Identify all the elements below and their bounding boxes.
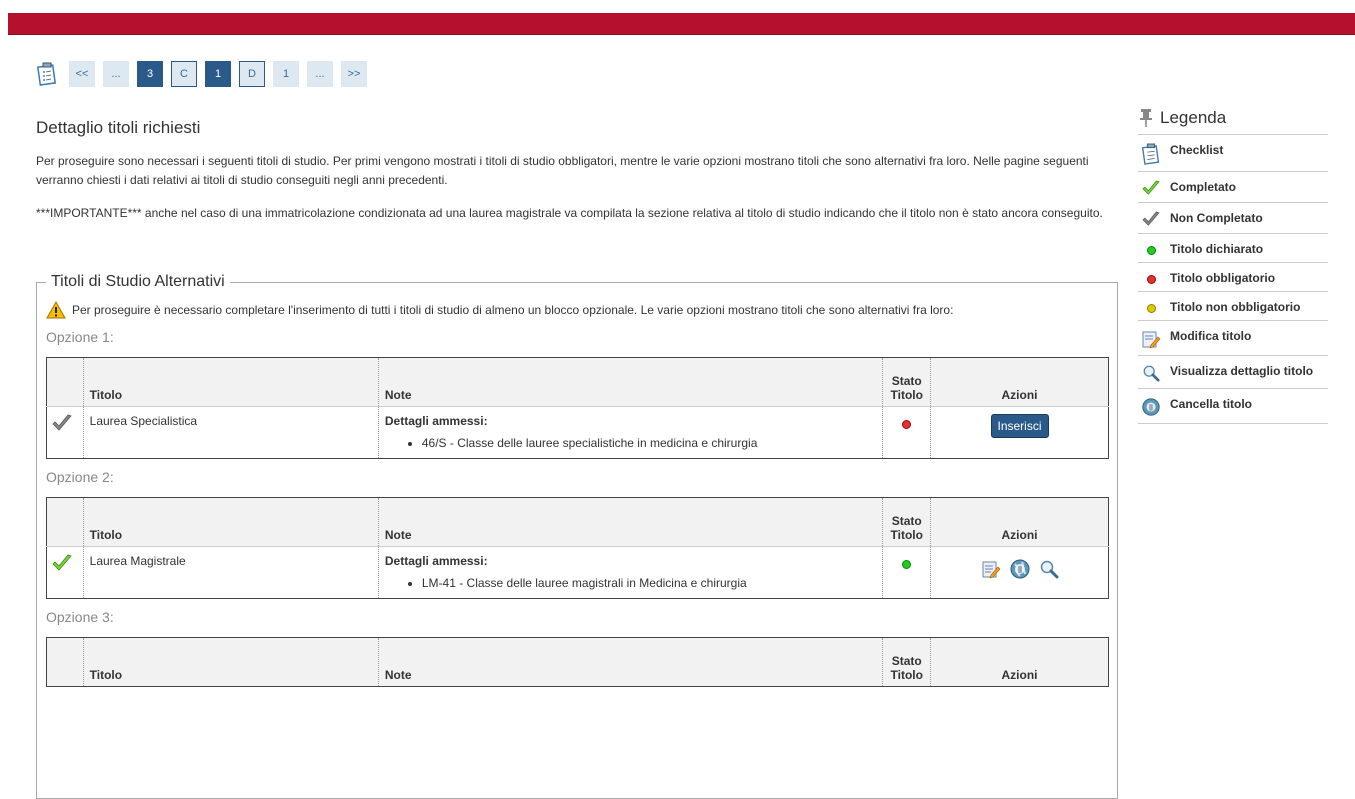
actions-cell: [930, 546, 1109, 599]
check-green-icon: [1142, 180, 1160, 195]
option-label: Opzione 2:: [46, 469, 114, 485]
legend-item: Titolo non obbligatorio: [1138, 292, 1328, 321]
titolo-cell: Laurea Magistrale: [82, 546, 379, 599]
insert-button[interactable]: Inserisci: [990, 414, 1049, 438]
col-header-titolo: Titolo: [82, 357, 379, 407]
status-cell: [882, 406, 931, 459]
page-title: Dettaglio titoli richiesti: [36, 118, 201, 137]
delete-globe-icon: [1142, 398, 1160, 416]
magnifier-icon: [1143, 365, 1160, 382]
legend-label: Visualizza dettaglio titolo: [1170, 364, 1314, 378]
warning-text: Per proseguire è necessario completare l…: [72, 303, 954, 317]
main-content: Dettaglio titoli richiesti Per proseguir…: [36, 118, 1118, 799]
step-pager: << ... 3 C 1 D 1 ... >>: [36, 60, 375, 88]
pager-current-step[interactable]: 1: [205, 61, 231, 87]
table-row: Laurea Specialistica Dettagli ammessi: 4…: [46, 406, 1109, 459]
warning-message: Per proseguire è necessario completare l…: [46, 301, 1109, 319]
legend-item: Titolo dichiarato: [1138, 234, 1328, 263]
legend-header: Legenda: [1138, 104, 1328, 135]
option-table: Titolo Note Stato Titolo Azioni Laurea S…: [46, 357, 1109, 459]
note-item: 46/S - Classe delle lauree specialistich…: [422, 436, 877, 450]
col-header-note: Note: [377, 637, 883, 687]
legend-item: Completato: [1138, 172, 1328, 203]
legend-label: Cancella titolo: [1170, 397, 1253, 411]
pager-ellipsis: ...: [307, 61, 333, 87]
top-brand-bar: [8, 13, 1355, 35]
col-header-titolo: Titolo: [82, 497, 379, 547]
legend-item: Modifica titolo: [1138, 321, 1328, 356]
col-header-stato: Stato Titolo: [882, 497, 931, 547]
actions-cell: Inserisci: [930, 406, 1109, 459]
check-cell: [46, 406, 84, 459]
pager-step[interactable]: 3: [137, 61, 163, 87]
check-grey-icon: [52, 414, 72, 431]
pager-last[interactable]: >>: [341, 61, 367, 87]
legend-item: Visualizza dettaglio titolo: [1138, 356, 1328, 389]
legend-label: Titolo non obbligatorio: [1170, 300, 1301, 314]
status-cell: [882, 546, 931, 599]
alternative-titles-fieldset: Titoli di Studio Alternativi Per prosegu…: [36, 273, 1118, 799]
col-header-check: [46, 497, 84, 547]
col-header-check: [46, 357, 84, 407]
pager-step[interactable]: 1: [273, 61, 299, 87]
important-note: ***IMPORTANTE*** anche nel caso di una i…: [36, 206, 1103, 220]
pager-step[interactable]: C: [171, 61, 197, 87]
legend-title: Legenda: [1160, 108, 1227, 127]
legend-item: Cancella titolo: [1138, 389, 1328, 424]
check-cell: [46, 546, 84, 599]
pager-ellipsis: ...: [103, 61, 129, 87]
note-cell: Dettagli ammessi: 46/S - Classe delle la…: [377, 406, 883, 459]
col-header-azioni: Azioni: [930, 357, 1109, 407]
dot-red-icon: [902, 420, 912, 429]
note-item: LM-41 - Classe delle lauree magistrali i…: [422, 576, 877, 590]
dot-green-icon: [902, 560, 912, 569]
legend-label: Completato: [1170, 180, 1236, 194]
option-label: Opzione 1:: [46, 329, 114, 345]
note-cell: Dettagli ammessi: LM-41 - Classe delle l…: [377, 546, 883, 599]
pager-step[interactable]: D: [239, 61, 265, 87]
col-header-stato: Stato Titolo: [882, 637, 931, 687]
legend-label: Titolo dichiarato: [1170, 242, 1264, 256]
dot-yellow-icon: [1146, 304, 1156, 313]
col-header-titolo: Titolo: [82, 637, 379, 687]
note-title: Dettagli ammessi:: [384, 414, 488, 428]
dot-red-icon: [1146, 275, 1156, 284]
delete-globe-icon[interactable]: [1009, 558, 1031, 580]
legend-label: Modifica titolo: [1170, 329, 1252, 343]
col-header-check: [46, 637, 84, 687]
legend-item: Non Completato: [1138, 203, 1328, 234]
legend-label: Checklist: [1170, 143, 1224, 157]
option-table: Titolo Note Stato Titolo Azioni Laurea M…: [46, 497, 1109, 599]
note-title: Dettagli ammessi:: [384, 554, 488, 568]
edit-icon: [1142, 331, 1161, 349]
check-grey-icon: [1142, 211, 1160, 226]
legend-label: Non Completato: [1170, 211, 1263, 225]
table-row: Laurea Magistrale Dettagli ammessi: LM-4…: [46, 546, 1109, 599]
edit-icon[interactable]: [981, 559, 1001, 579]
option-label: Opzione 3:: [46, 609, 114, 625]
col-header-note: Note: [377, 497, 883, 547]
titolo-cell: Laurea Specialistica: [82, 406, 379, 459]
intro-text: Per proseguire sono necessari i seguenti…: [36, 154, 1089, 187]
col-header-note: Note: [377, 357, 883, 407]
magnifier-icon[interactable]: [1039, 559, 1059, 579]
dot-green-icon: [1146, 246, 1156, 255]
check-green-icon: [52, 554, 72, 571]
col-header-azioni: Azioni: [930, 637, 1109, 687]
col-header-azioni: Azioni: [930, 497, 1109, 547]
legend-item: Titolo obbligatorio: [1138, 263, 1328, 292]
checklist-icon: [1141, 143, 1160, 165]
warning-icon: [46, 301, 66, 319]
pin-icon: [1140, 109, 1152, 127]
legend-label: Titolo obbligatorio: [1170, 271, 1276, 285]
checklist-icon[interactable]: [36, 62, 58, 86]
option-table: Titolo Note Stato Titolo Azioni: [46, 637, 1109, 687]
legend-item: Checklist: [1138, 135, 1328, 172]
fieldset-title: Titoli di Studio Alternativi: [51, 273, 225, 290]
col-header-stato: Stato Titolo: [882, 357, 931, 407]
pager-first[interactable]: <<: [69, 61, 95, 87]
legend-panel: Legenda Checklist Completato Non Complet…: [1138, 104, 1328, 424]
